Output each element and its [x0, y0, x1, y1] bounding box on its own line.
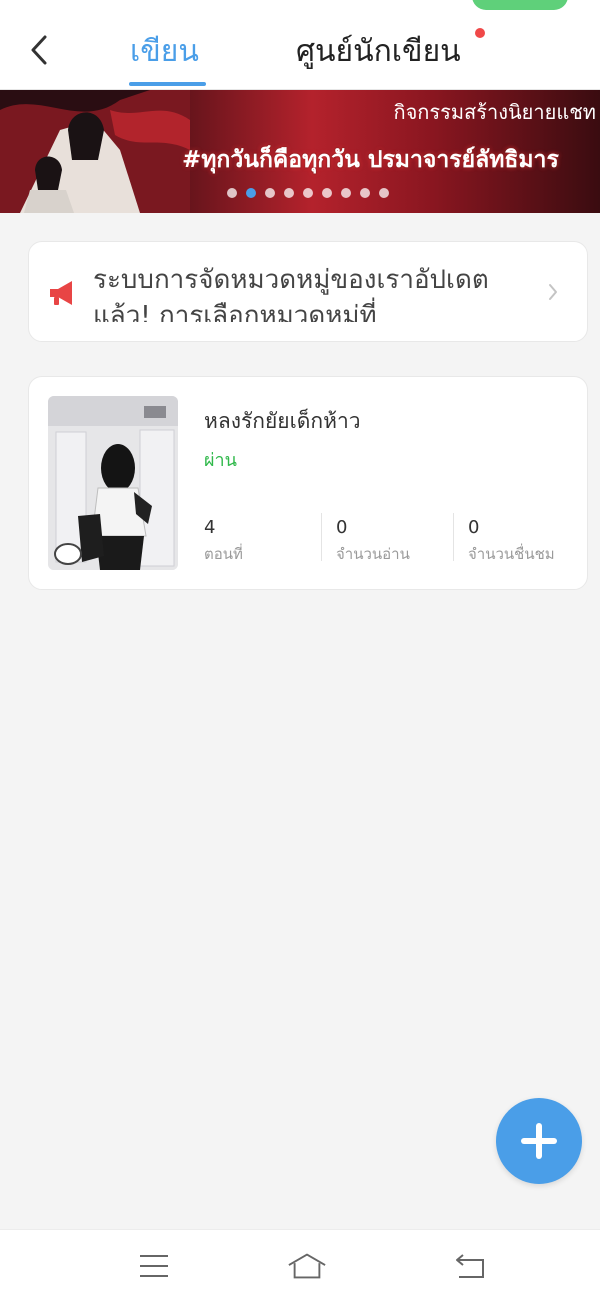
chevron-left-icon	[31, 35, 47, 65]
stat-reads: 0 จำนวนอ่าน	[336, 517, 410, 565]
tab-write[interactable]: เขียน	[130, 32, 199, 72]
banner-dot[interactable]	[359, 188, 370, 198]
nav-back-button[interactable]	[450, 1248, 490, 1284]
stat-divider	[321, 513, 322, 561]
novel-title: หลงรักยัยเด็กห้าว	[204, 409, 361, 433]
banner-dot[interactable]	[245, 188, 256, 198]
add-novel-button[interactable]	[496, 1098, 582, 1184]
nav-home-button[interactable]	[287, 1248, 327, 1284]
megaphone-icon	[50, 281, 72, 305]
stat-chapters-value: 4	[204, 517, 216, 538]
banner-dot[interactable]	[378, 188, 389, 198]
header-green-button[interactable]	[472, 0, 568, 10]
banner-dot[interactable]	[283, 188, 294, 198]
stat-likes-label: จำนวนชื่นชม	[468, 545, 555, 563]
banner-dot[interactable]	[321, 188, 332, 198]
banner-dot[interactable]	[340, 188, 351, 198]
banner-main-text: #ทุกวันก็คือทุกวัน ปรมาจารย์ลัทธิมาร	[182, 147, 559, 173]
tab-writer-center[interactable]: ศูนย์นักเขียน	[296, 32, 461, 72]
announcement-text: ระบบการจัดหมวดหมู่ของเราอัปเดตแล้ว! การเ…	[93, 265, 489, 322]
banner-dot[interactable]	[302, 188, 313, 198]
stat-likes-value: 0	[468, 517, 480, 538]
stat-reads-value: 0	[336, 517, 348, 538]
stat-divider	[453, 513, 454, 561]
notification-dot	[475, 28, 485, 38]
stat-likes: 0 จำนวนชื่นชม	[468, 517, 555, 565]
banner-top-text: กิจกรรมสร้างนิยายแชท	[393, 100, 596, 124]
plus-icon	[521, 1123, 557, 1159]
nav-menu-button[interactable]	[134, 1248, 174, 1284]
stat-chapters: 4 ตอนที่	[204, 517, 243, 565]
banner-pagination	[0, 188, 600, 198]
stat-reads-label: จำนวนอ่าน	[336, 545, 410, 563]
tab-active-indicator	[129, 82, 206, 86]
chevron-right-icon	[549, 284, 557, 300]
announcement-card[interactable]: ระบบการจัดหมวดหมู่ของเราอัปเดตแล้ว! การเ…	[28, 241, 588, 342]
novel-status-badge: ผ่าน	[204, 450, 237, 471]
back-button[interactable]	[22, 30, 56, 70]
menu-icon	[140, 1255, 168, 1277]
banner-dot[interactable]	[226, 188, 237, 198]
novel-card[interactable]: หลงรักยัยเด็กห้าว ผ่าน 4 ตอนที่ 0 จำนวนอ…	[28, 376, 588, 590]
system-nav-bar	[0, 1229, 600, 1301]
stat-chapters-label: ตอนที่	[204, 545, 243, 563]
header: เขียน ศูนย์นักเขียน	[0, 0, 600, 90]
home-icon	[288, 1253, 326, 1279]
banner-dot[interactable]	[264, 188, 275, 198]
back-icon	[456, 1254, 484, 1278]
novel-cover-image	[48, 396, 178, 570]
